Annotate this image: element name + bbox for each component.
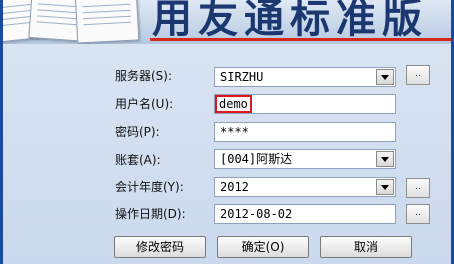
account-value: [004]阿斯达 <box>220 152 293 166</box>
account-select[interactable]: [004]阿斯达 <box>214 149 396 169</box>
document-illustration <box>74 0 140 44</box>
chevron-down-icon[interactable] <box>376 179 394 195</box>
chevron-down-icon[interactable] <box>376 69 394 85</box>
password-input[interactable]: **** <box>214 122 396 142</box>
operation-date-label: 操作日期(D): <box>115 207 186 221</box>
operation-date-value: 2012-08-02 <box>220 207 293 221</box>
username-label: 用户名(U): <box>115 97 174 111</box>
username-value: demo <box>215 95 252 113</box>
server-select[interactable]: SIRZHU <box>214 67 396 87</box>
cancel-button[interactable]: 取消 <box>320 236 412 258</box>
fiscal-year-browse-button[interactable]: .. <box>406 178 430 198</box>
window-frame-left <box>0 0 3 264</box>
fiscal-year-label: 会计年度(Y): <box>115 180 184 194</box>
ok-button[interactable]: 确定(O) <box>217 236 309 258</box>
banner: 用友通标准版 <box>0 0 454 44</box>
operation-date-input[interactable]: 2012-08-02 <box>214 204 396 224</box>
server-value: SIRZHU <box>220 70 264 84</box>
operation-date-browse-button[interactable]: .. <box>406 204 430 224</box>
username-input[interactable]: demo <box>214 94 396 114</box>
change-password-button[interactable]: 修改密码 <box>114 236 206 258</box>
server-label: 服务器(S): <box>115 69 173 83</box>
account-label: 账套(A): <box>115 153 161 167</box>
password-value: **** <box>220 125 249 139</box>
chevron-down-icon[interactable] <box>376 151 394 167</box>
password-label: 密码(P): <box>115 125 160 139</box>
banner-accent-line <box>150 38 454 41</box>
fiscal-year-select[interactable]: 2012 <box>214 177 396 197</box>
server-browse-button[interactable]: .. <box>406 65 430 85</box>
fiscal-year-value: 2012 <box>220 180 249 194</box>
